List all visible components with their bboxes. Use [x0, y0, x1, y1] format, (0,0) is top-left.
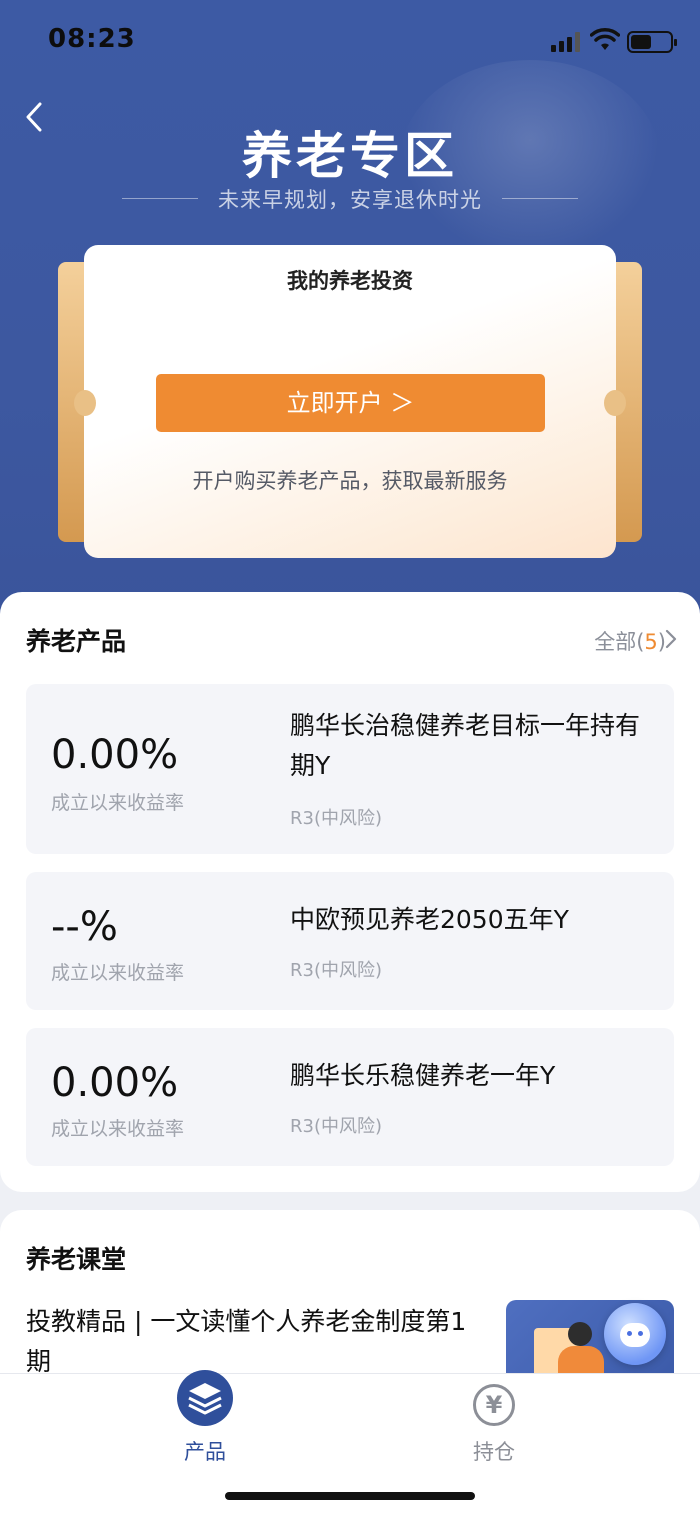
assistant-robot-button[interactable] — [604, 1303, 666, 1365]
my-investment-card: 我的养老投资 立即开户 ＞ 开户购买养老产品，获取最新服务 — [84, 245, 616, 558]
tab-holdings[interactable]: ¥ 持仓 — [414, 1374, 574, 1474]
product-name: 中欧预见养老2050五年Y — [290, 905, 569, 934]
risk-level: R3(中风险) — [290, 1116, 383, 1137]
return-rate: 0.00% — [51, 732, 179, 778]
product-count: 5 — [644, 630, 658, 654]
risk-level: R3(中风险) — [290, 808, 383, 829]
tab-products[interactable]: 产品 — [125, 1370, 285, 1474]
view-all-link[interactable]: 全部(5) — [594, 626, 666, 656]
layers-icon — [177, 1370, 233, 1426]
product-name: 鹏华长乐稳健养老一年Y — [290, 1061, 556, 1090]
robot-icon — [620, 1323, 650, 1347]
return-rate-label: 成立以来收益率 — [51, 962, 185, 984]
wifi-icon — [590, 28, 620, 50]
page-title: 养老专区 — [242, 127, 458, 185]
product-card[interactable]: --% 成立以来收益率 中欧预见养老2050五年Y R3(中风险) — [26, 872, 674, 1010]
ticket-notch-left — [74, 390, 96, 416]
page-subtitle: 未来早规划，安享退休时光 — [218, 188, 482, 212]
status-bar: 08:23 — [0, 0, 700, 80]
return-rate: --% — [51, 904, 118, 950]
page-subtitle-row: 未来早规划，安享退休时光 — [0, 184, 700, 214]
open-account-description: 开户购买养老产品，获取最新服务 — [192, 469, 508, 493]
product-card[interactable]: 0.00% 成立以来收益率 鹏华长治稳健养老目标一年持有期Y R3(中风险) — [26, 684, 674, 854]
product-card[interactable]: 0.00% 成立以来收益率 鹏华长乐稳健养老一年Y R3(中风险) — [26, 1028, 674, 1166]
return-rate-label: 成立以来收益率 — [51, 792, 185, 814]
my-investment-title: 我的养老投资 — [287, 269, 413, 293]
home-indicator — [225, 1492, 475, 1500]
tab-holdings-label: 持仓 — [473, 1440, 515, 1464]
chevron-right-icon[interactable] — [664, 628, 678, 650]
yen-icon: ¥ — [473, 1384, 515, 1426]
products-section-title: 养老产品 — [26, 627, 127, 656]
battery-icon — [627, 31, 677, 53]
open-account-button[interactable]: 立即开户 ＞ — [156, 374, 545, 432]
ticket-notch-right — [604, 390, 626, 416]
products-panel: 养老产品 全部(5) 0.00% 成立以来收益率 鹏华长治稳健养老目标一年持有期… — [0, 592, 700, 1192]
product-name: 鹏华长治稳健养老目标一年持有期Y — [290, 711, 641, 780]
risk-level: R3(中风险) — [290, 960, 383, 981]
return-rate-label: 成立以来收益率 — [51, 1118, 185, 1140]
article-title[interactable]: 投教精品 | 一文读懂个人养老金制度第1期 — [26, 1302, 486, 1382]
subtitle-divider-right — [502, 198, 578, 199]
return-rate: 0.00% — [51, 1060, 179, 1106]
status-time: 08:23 — [48, 24, 136, 54]
classroom-section-title: 养老课堂 — [26, 1245, 127, 1274]
tab-products-label: 产品 — [184, 1440, 226, 1464]
cellular-signal-icon — [551, 32, 581, 52]
person-illustration-head — [568, 1322, 592, 1346]
